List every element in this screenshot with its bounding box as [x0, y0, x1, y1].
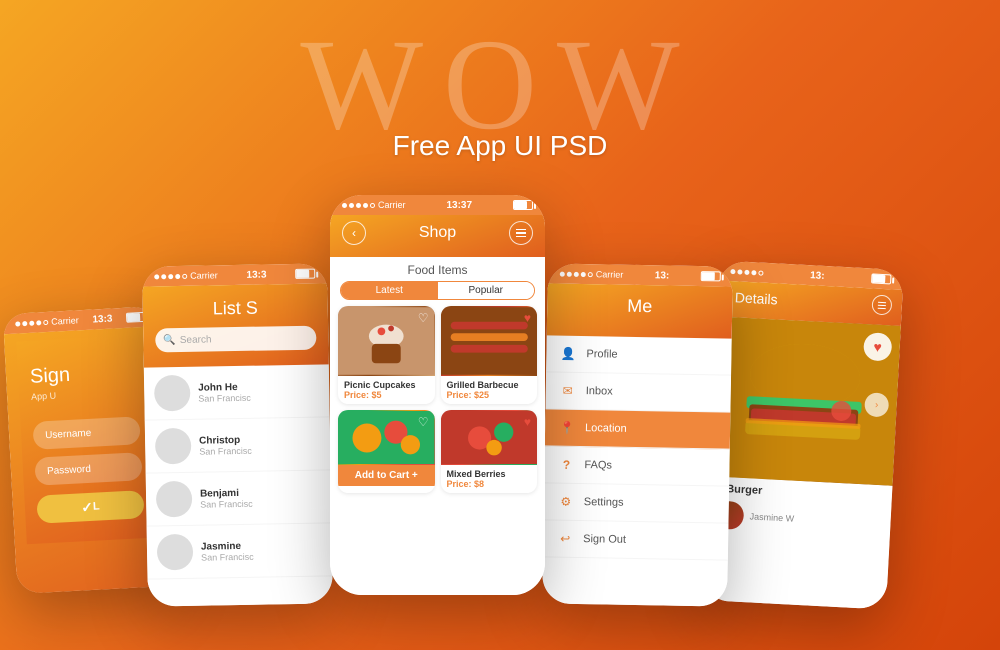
food-items-title: Food Items — [330, 257, 545, 281]
signin-carrier: Carrier — [15, 315, 79, 328]
contact-loc-1: San Francisc — [198, 392, 251, 403]
detail-title: t Details — [727, 289, 778, 308]
food-card-bbq[interactable]: ♥ Grilled Barbecue Price: $25 — [441, 306, 538, 404]
wishlist-icon-3[interactable]: ♡ — [418, 415, 429, 429]
settings-icon: ⚙ — [558, 494, 574, 510]
inbox-label: Inbox — [586, 385, 613, 397]
list-item[interactable]: Benjami San Francisc — [146, 470, 332, 526]
list-time: 13:3 — [246, 269, 266, 280]
menu-carrier: Carrier — [560, 269, 624, 280]
menu-time: 13: — [655, 270, 670, 281]
contact-loc-4: San Francisc — [201, 551, 254, 562]
food-grid: ♡ Picnic Cupcakes Price: $5 — [330, 306, 545, 493]
page-subtitle: Free App UI PSD — [393, 130, 608, 162]
password-field[interactable]: Password — [34, 452, 142, 486]
back-button[interactable]: ‹ — [342, 221, 366, 245]
shop-time: 13:37 — [446, 200, 472, 211]
add-to-cart-button[interactable]: Add to Cart + — [338, 465, 435, 486]
username-field[interactable]: Username — [32, 416, 140, 450]
list-item[interactable]: Christop San Francisc — [145, 417, 331, 473]
food-price-2: Price: $25 — [447, 390, 532, 400]
shop-carrier: Carrier — [342, 200, 406, 210]
search-icon: 🔍 — [163, 335, 176, 346]
shop-screen: Carrier 13:37 ‹ Shop Food Items Latest P… — [330, 195, 545, 595]
menu-item-signout[interactable]: ↩ Sign Out — [543, 520, 729, 560]
contact-loc-3: San Francisc — [200, 498, 253, 509]
food-name-4: Mixed Berries — [447, 469, 532, 479]
food-card-cupcake[interactable]: ♡ Picnic Cupcakes Price: $5 — [338, 306, 435, 404]
faqs-label: FAQs — [584, 459, 612, 471]
mixed-image — [441, 410, 538, 465]
menu-button[interactable] — [509, 221, 533, 245]
wishlist-icon-4[interactable]: ♥ — [524, 415, 531, 429]
wishlist-icon-2[interactable]: ♥ — [524, 311, 531, 325]
product-detail-image: ♥ › — [708, 316, 901, 485]
menu-title: Me — [559, 295, 720, 319]
food-card-mixed[interactable]: ♥ Mixed Berries Price: $8 — [441, 410, 538, 493]
detail-carrier — [730, 269, 763, 276]
wishlist-icon-1[interactable]: ♡ — [418, 311, 429, 325]
search-bar[interactable]: 🔍 Search — [155, 326, 316, 353]
avatar-4 — [157, 534, 194, 571]
shop-tabs: Latest Popular — [340, 281, 535, 300]
shop-title: Shop — [419, 224, 456, 242]
signin-title: Sign — [30, 360, 138, 389]
faqs-icon: ? — [558, 457, 574, 473]
contact-name-3: Benjami — [200, 487, 253, 499]
food-name-2: Grilled Barbecue — [447, 380, 532, 390]
food-card-salad[interactable]: ♡ Add to Cart + — [338, 410, 435, 493]
avatar-3 — [156, 481, 193, 518]
contact-loc-2: San Francisc — [199, 445, 252, 456]
profile-icon: 👤 — [560, 346, 576, 362]
list-title: List S — [155, 297, 316, 321]
food-name-1: Picnic Cupcakes — [344, 380, 429, 390]
settings-label: Settings — [584, 496, 624, 509]
profile-label: Profile — [586, 348, 617, 361]
list-carrier: Carrier — [154, 270, 218, 281]
menu-item-inbox[interactable]: ✉ Inbox — [545, 372, 731, 412]
avatar-2 — [155, 428, 192, 465]
list-item[interactable]: Jasmine San Francisc — [147, 523, 333, 579]
list-item[interactable]: John He San Francisc — [144, 364, 330, 420]
signout-icon: ↩ — [557, 531, 573, 547]
list-screen: Carrier 13:3 List S 🔍 Search John He San… — [142, 263, 333, 606]
signin-subtitle: App U — [31, 386, 138, 402]
detail-menu-button[interactable] — [871, 294, 892, 315]
login-button[interactable]: ✓ L — [36, 490, 144, 524]
location-label: Location — [585, 422, 627, 435]
food-price-4: Price: $8 — [447, 479, 532, 489]
menu-item-faqs[interactable]: ? FAQs — [544, 446, 730, 486]
bbq-image — [441, 306, 538, 376]
menu-item-settings[interactable]: ⚙ Settings — [543, 483, 729, 523]
author-name: Jasmine W — [749, 511, 794, 523]
tab-latest[interactable]: Latest — [341, 282, 438, 299]
menu-screen: Carrier 13: Me 👤 Profile ✉ Inbox 📍 Locat… — [542, 263, 733, 606]
food-price-1: Price: $5 — [344, 390, 429, 400]
avatar-1 — [154, 375, 191, 412]
menu-item-profile[interactable]: 👤 Profile — [546, 335, 732, 375]
inbox-icon: ✉ — [560, 383, 576, 399]
menu-item-location[interactable]: 📍 Location — [545, 409, 731, 449]
search-placeholder: Search — [180, 334, 212, 346]
detail-time: 13: — [810, 270, 825, 282]
location-icon: 📍 — [559, 420, 575, 436]
signout-label: Sign Out — [583, 533, 626, 546]
signin-time: 13:3 — [92, 313, 113, 325]
tab-popular[interactable]: Popular — [438, 282, 535, 299]
